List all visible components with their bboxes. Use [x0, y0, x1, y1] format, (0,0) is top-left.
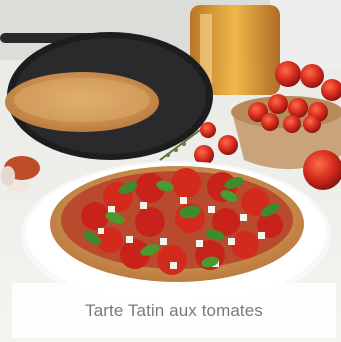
caption-title: Tarte Tatin aux tomates	[85, 300, 263, 320]
product-photo: Tarte Tatin aux tomates	[0, 0, 341, 342]
caption-bar: Tarte Tatin aux tomates	[12, 283, 336, 338]
tomato-tart	[50, 166, 304, 282]
